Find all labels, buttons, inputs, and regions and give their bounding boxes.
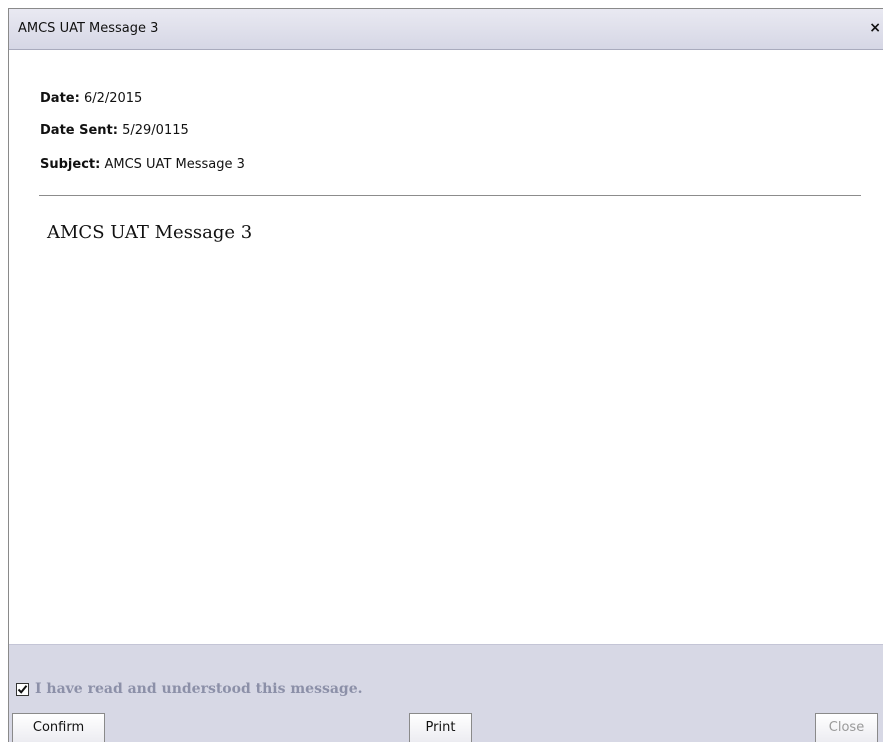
checkmark-icon [17, 684, 28, 694]
close-icon[interactable]: × [869, 20, 881, 36]
subject-value: AMCS UAT Message 3 [104, 157, 245, 172]
acknowledge-label[interactable]: I have read and understood this message. [35, 681, 362, 697]
subject-row: Subject: AMCS UAT Message 3 [40, 157, 245, 172]
header-divider [39, 195, 861, 196]
close-button[interactable]: Close [815, 713, 878, 742]
acknowledge-row: I have read and understood this message. [16, 679, 362, 699]
date-sent-row: Date Sent: 5/29/0115 [40, 123, 189, 138]
message-dialog: AMCS UAT Message 3 × Date: 6/2/2015 Date… [8, 8, 883, 742]
dialog-titlebar[interactable]: AMCS UAT Message 3 × [9, 9, 883, 50]
confirm-button[interactable]: Confirm [12, 713, 105, 742]
date-sent-value: 5/29/0115 [122, 123, 189, 138]
acknowledge-checkbox[interactable] [16, 682, 29, 696]
subject-label: Subject: [40, 157, 101, 172]
message-body: AMCS UAT Message 3 [47, 222, 253, 243]
date-row: Date: 6/2/2015 [40, 91, 142, 106]
dialog-footer: I have read and understood this message.… [9, 644, 883, 742]
date-value: 6/2/2015 [83, 91, 143, 106]
print-button[interactable]: Print [409, 713, 472, 742]
dialog-title: AMCS UAT Message 3 [18, 21, 159, 36]
date-label: Date: [40, 91, 80, 106]
date-sent-label: Date Sent: [40, 123, 118, 138]
